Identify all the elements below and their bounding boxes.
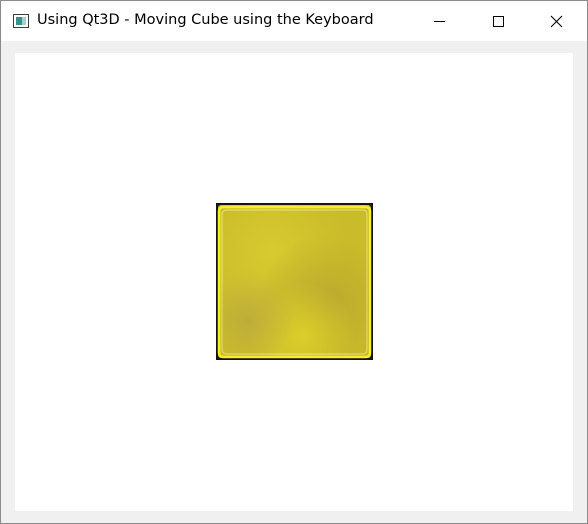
close-icon	[550, 15, 563, 28]
3d-viewport[interactable]	[15, 53, 573, 511]
app-window: Using Qt3D - Moving Cube using the Keybo…	[0, 0, 588, 524]
maximize-icon	[493, 16, 504, 27]
textured-cube[interactable]	[216, 203, 373, 360]
maximize-button[interactable]	[468, 1, 526, 41]
minimize-button[interactable]	[410, 1, 468, 41]
title-bar[interactable]: Using Qt3D - Moving Cube using the Keybo…	[1, 1, 587, 41]
window-title: Using Qt3D - Moving Cube using the Keybo…	[37, 12, 374, 28]
close-button[interactable]	[527, 1, 585, 41]
app-icon	[13, 14, 29, 28]
minimize-icon	[434, 21, 445, 22]
